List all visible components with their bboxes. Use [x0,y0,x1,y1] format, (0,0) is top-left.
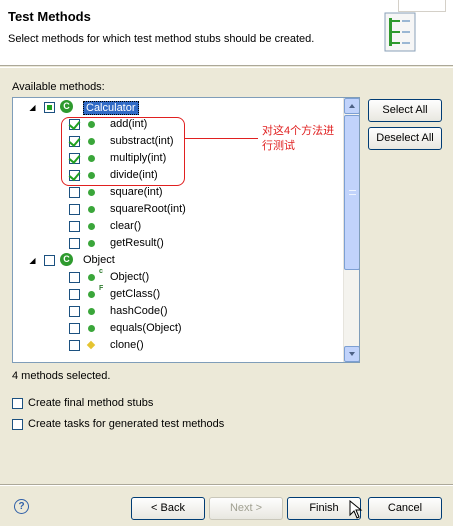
cancel-button[interactable]: Cancel [368,497,442,520]
class-label: Object [83,254,115,266]
scroll-thumb[interactable] [344,115,359,270]
method-label: square(int) [110,186,163,198]
method-label: clone() [110,339,144,351]
method-checkbox[interactable] [69,187,80,198]
tree-method-row[interactable]: getResult() [13,235,344,252]
method-modifier-badge: F [99,285,104,292]
page-title: Test Methods [8,9,91,24]
tree-method-row[interactable]: c Object() [13,268,344,286]
header-edge-box [398,0,446,12]
annotation-outline [61,117,185,186]
available-methods-label: Available methods: [12,81,105,93]
public-method-icon [88,189,95,196]
create-tasks-checkbox[interactable] [12,419,23,430]
class-checkbox[interactable] [44,102,55,113]
method-label: clear() [110,220,142,232]
tree-method-row[interactable]: clear() [13,218,344,235]
scroll-up-button[interactable] [344,98,359,114]
scroll-grip-icon [349,190,356,195]
tree-method-row[interactable]: square(int) [13,184,344,201]
method-label: Object() [110,271,150,283]
tree-method-row[interactable]: FgetClass() [13,285,344,303]
method-label: getResult() [110,237,164,249]
protected-method-icon [86,340,96,350]
wizard-header: Test Methods Select methods for which te… [0,0,453,66]
public-method-icon [88,325,95,332]
mouse-cursor-icon [349,500,367,520]
wizard-banner-icon [384,12,416,52]
tree-method-row[interactable]: squareRoot(int) [13,201,344,218]
method-checkbox[interactable] [69,221,80,232]
annotation-text: 对这4个方法进行测试 [262,125,335,152]
method-checkbox[interactable] [69,238,80,249]
method-label: equals(Object) [110,322,182,334]
expand-twisty-icon[interactable]: ◢ [28,256,37,265]
class-icon: C [60,100,73,113]
help-icon[interactable]: ? [14,499,29,514]
tree-class-row[interactable]: ◢ C Object [13,252,344,269]
back-button[interactable]: < Back [131,497,205,520]
select-all-button[interactable]: Select All [368,99,442,122]
public-method-icon [88,308,95,315]
constructor-icon [88,274,95,281]
annotation-connector [185,138,258,139]
tree-method-row[interactable]: equals(Object) [13,320,344,337]
expand-twisty-icon[interactable]: ◢ [28,103,37,112]
method-label: getClass() [110,288,161,300]
method-modifier-badge: c [99,268,103,275]
create-final-stubs-label: Create final method stubs [28,397,154,409]
method-checkbox[interactable] [69,306,80,317]
class-checkbox[interactable] [44,255,55,266]
class-icon: C [60,253,73,266]
scroll-down-button[interactable] [344,346,359,362]
method-checkbox[interactable] [69,272,80,283]
method-checkbox[interactable] [69,204,80,215]
footer-separator-highlight [0,485,453,486]
public-method-icon [88,206,95,213]
next-button[interactable]: Next > [209,497,283,520]
selection-status: 4 methods selected. [12,370,111,382]
method-checkbox[interactable] [69,289,80,300]
page-description: Select methods for which test method stu… [8,33,315,45]
public-method-icon [88,223,95,230]
tree-class-row[interactable]: ◢ C Calculator [13,99,344,116]
deselect-all-button[interactable]: Deselect All [368,127,442,150]
method-label: squareRoot(int) [110,203,186,215]
vertical-scrollbar[interactable] [343,98,359,362]
method-label: hashCode() [110,305,168,317]
method-checkbox[interactable] [69,323,80,334]
class-label: Calculator [83,101,139,115]
tree-method-row[interactable]: clone() [13,337,344,354]
method-checkbox[interactable] [69,340,80,351]
create-tasks-label: Create tasks for generated test methods [28,418,225,430]
tree-method-row[interactable]: hashCode() [13,303,344,320]
final-method-icon [88,291,95,298]
public-method-icon [88,240,95,247]
header-separator [0,67,453,68]
create-final-stubs-checkbox[interactable] [12,398,23,409]
